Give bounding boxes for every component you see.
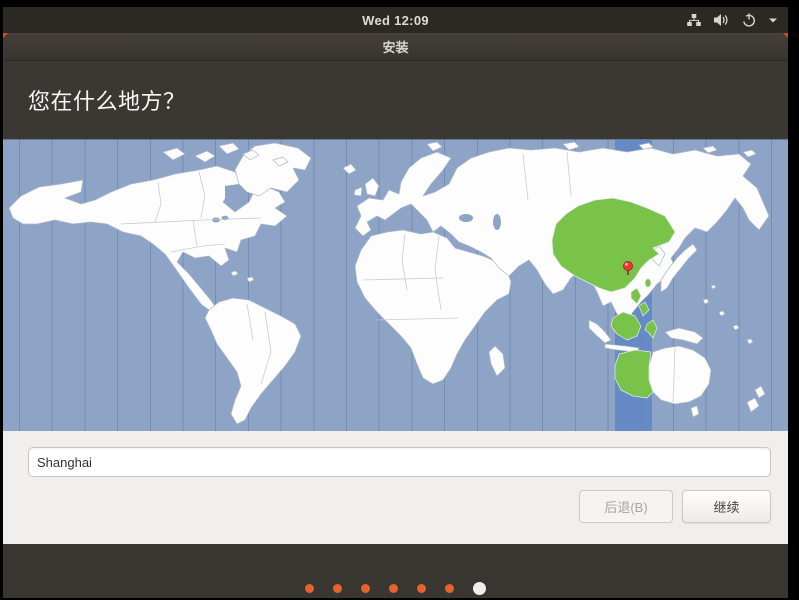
timezone-input[interactable]: [28, 447, 771, 477]
continue-button[interactable]: 继续: [682, 490, 771, 523]
progress-dot: [361, 584, 370, 593]
progress-dot: [445, 584, 454, 593]
desktop-corner-right: [783, 33, 788, 38]
progress-dot: [333, 584, 342, 593]
back-button[interactable]: 后退(B): [579, 490, 673, 523]
continents: [9, 142, 769, 424]
clock[interactable]: Wed 12:09: [362, 13, 429, 28]
page-title: 您在什么地方？: [28, 84, 186, 116]
volume-icon: [713, 12, 730, 28]
progress-dot: [305, 584, 314, 593]
network-icon: [686, 12, 702, 28]
progress-dot: [389, 584, 398, 593]
page-header: 您在什么地方？: [3, 61, 788, 139]
window-title: 安装: [382, 37, 408, 56]
progress-footer: [3, 544, 788, 598]
caret-down-icon: [768, 12, 778, 28]
world-map-svg: [3, 140, 788, 431]
progress-dot-current: [473, 582, 486, 595]
action-buttons: 后退(B) 继续: [579, 490, 771, 523]
form-pane: 后退(B) 继续: [3, 431, 788, 544]
desktop-corner-left: [3, 33, 8, 38]
timezone-map[interactable]: [3, 139, 788, 431]
progress-dot: [417, 584, 426, 593]
system-top-bar: Wed 12:09: [3, 7, 788, 33]
system-status-area[interactable]: [686, 7, 778, 33]
progress-dots: [3, 582, 788, 595]
window-title-bar[interactable]: 安装: [3, 33, 788, 61]
power-icon: [741, 12, 757, 28]
installer-screen: Wed 12:09: [3, 7, 788, 596]
